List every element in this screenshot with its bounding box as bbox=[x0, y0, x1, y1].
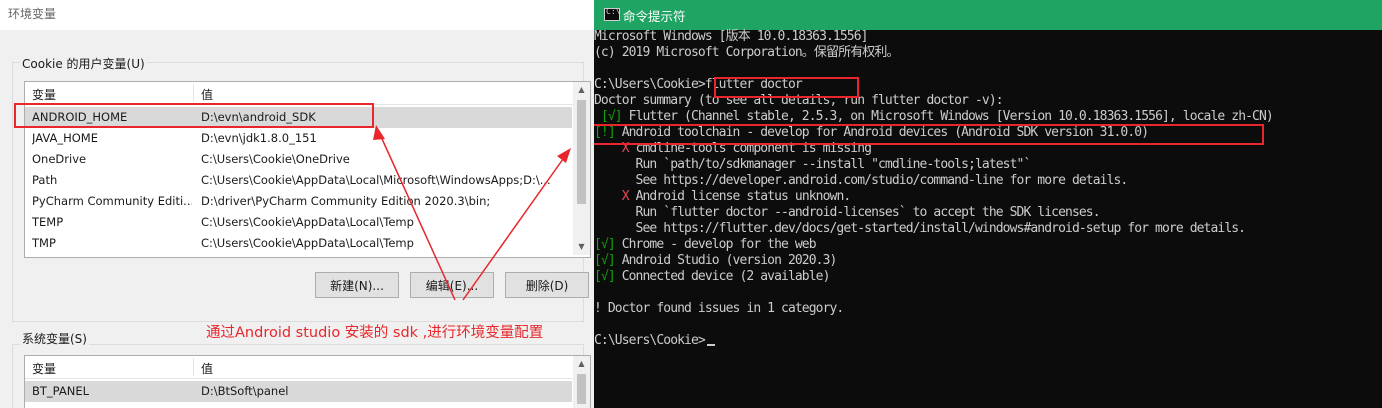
console-line: [√] Flutter (Channel stable, 2.5.3, on M… bbox=[594, 109, 1382, 125]
console-line: X Android license status unknown. bbox=[594, 189, 1382, 205]
check-mark: [√] bbox=[594, 269, 616, 284]
cmd-app-icon: C:\ bbox=[604, 7, 620, 21]
check-mark: [√] bbox=[594, 237, 616, 252]
console-output[interactable]: Microsoft Windows [版本 10.0.18363.1556] (… bbox=[594, 29, 1382, 349]
error-mark: X bbox=[621, 189, 630, 204]
text-cursor bbox=[706, 344, 715, 346]
cmd-titlebar: C:\ 命令提示符 bbox=[594, 0, 1382, 30]
arrow-head-icon bbox=[557, 148, 571, 163]
check-text: Connected device (2 available) bbox=[614, 269, 831, 284]
cmd-title: 命令提示符 bbox=[623, 9, 686, 24]
highlight-box-command bbox=[714, 77, 859, 98]
console-line: C:\Users\Cookie>flutter doctor bbox=[594, 77, 1382, 93]
annotation-text: 通过Android studio 安装的 sdk ,进行环境变量配置 bbox=[206, 325, 544, 341]
arrow-to-terminal-line bbox=[462, 151, 569, 301]
console-line: See https://flutter.dev/docs/get-started… bbox=[594, 221, 1246, 236]
prompt-text: C:\Users\Cookie> bbox=[594, 77, 706, 92]
check-text: Chrome - develop for the web bbox=[614, 237, 817, 252]
arrow-to-variable-line bbox=[377, 129, 456, 301]
arrow-head-icon bbox=[373, 125, 385, 140]
check-mark: [√] bbox=[600, 109, 623, 124]
check-text: Android Studio (version 2020.3) bbox=[614, 253, 838, 268]
console-line: See https://developer.android.com/studio… bbox=[594, 173, 1129, 188]
console-line: Doctor summary (to see all details, run … bbox=[594, 93, 1004, 108]
check-text: Flutter (Channel stable, 2.5.3, on Micro… bbox=[621, 109, 1274, 124]
console-line: [√] Android Studio (version 2020.3) bbox=[594, 253, 1382, 269]
prompt-text: C:\Users\Cookie> bbox=[594, 333, 706, 348]
environment-variables-dialog: 环境变量 Cookie 的用户变量(U) 变量 值 ANDROID_HOME D… bbox=[0, 0, 594, 408]
command-prompt-window: C:\ 命令提示符 Microsoft Windows [版本 10.0.183… bbox=[594, 0, 1382, 408]
console-line: Microsoft Windows [版本 10.0.18363.1556] bbox=[594, 29, 868, 44]
check-text: Android license status unknown. bbox=[628, 189, 852, 204]
console-line: [√] Chrome - develop for the web bbox=[594, 237, 1382, 253]
highlight-box-android-toolchain bbox=[594, 124, 1264, 145]
console-line: ! Doctor found issues in 1 category. bbox=[594, 301, 844, 316]
console-line: C:\Users\Cookie> bbox=[594, 333, 1382, 349]
console-line: Run `flutter doctor --android-licenses` … bbox=[594, 205, 1101, 220]
console-line: Run `path/to/sdkmanager --install "cmdli… bbox=[594, 157, 1032, 172]
console-line: (c) 2019 Microsoft Corporation。保留所有权利。 bbox=[594, 45, 900, 60]
console-line: [√] Connected device (2 available) bbox=[594, 269, 1382, 285]
check-mark: [√] bbox=[594, 253, 616, 268]
annotation-arrows bbox=[373, 125, 571, 301]
